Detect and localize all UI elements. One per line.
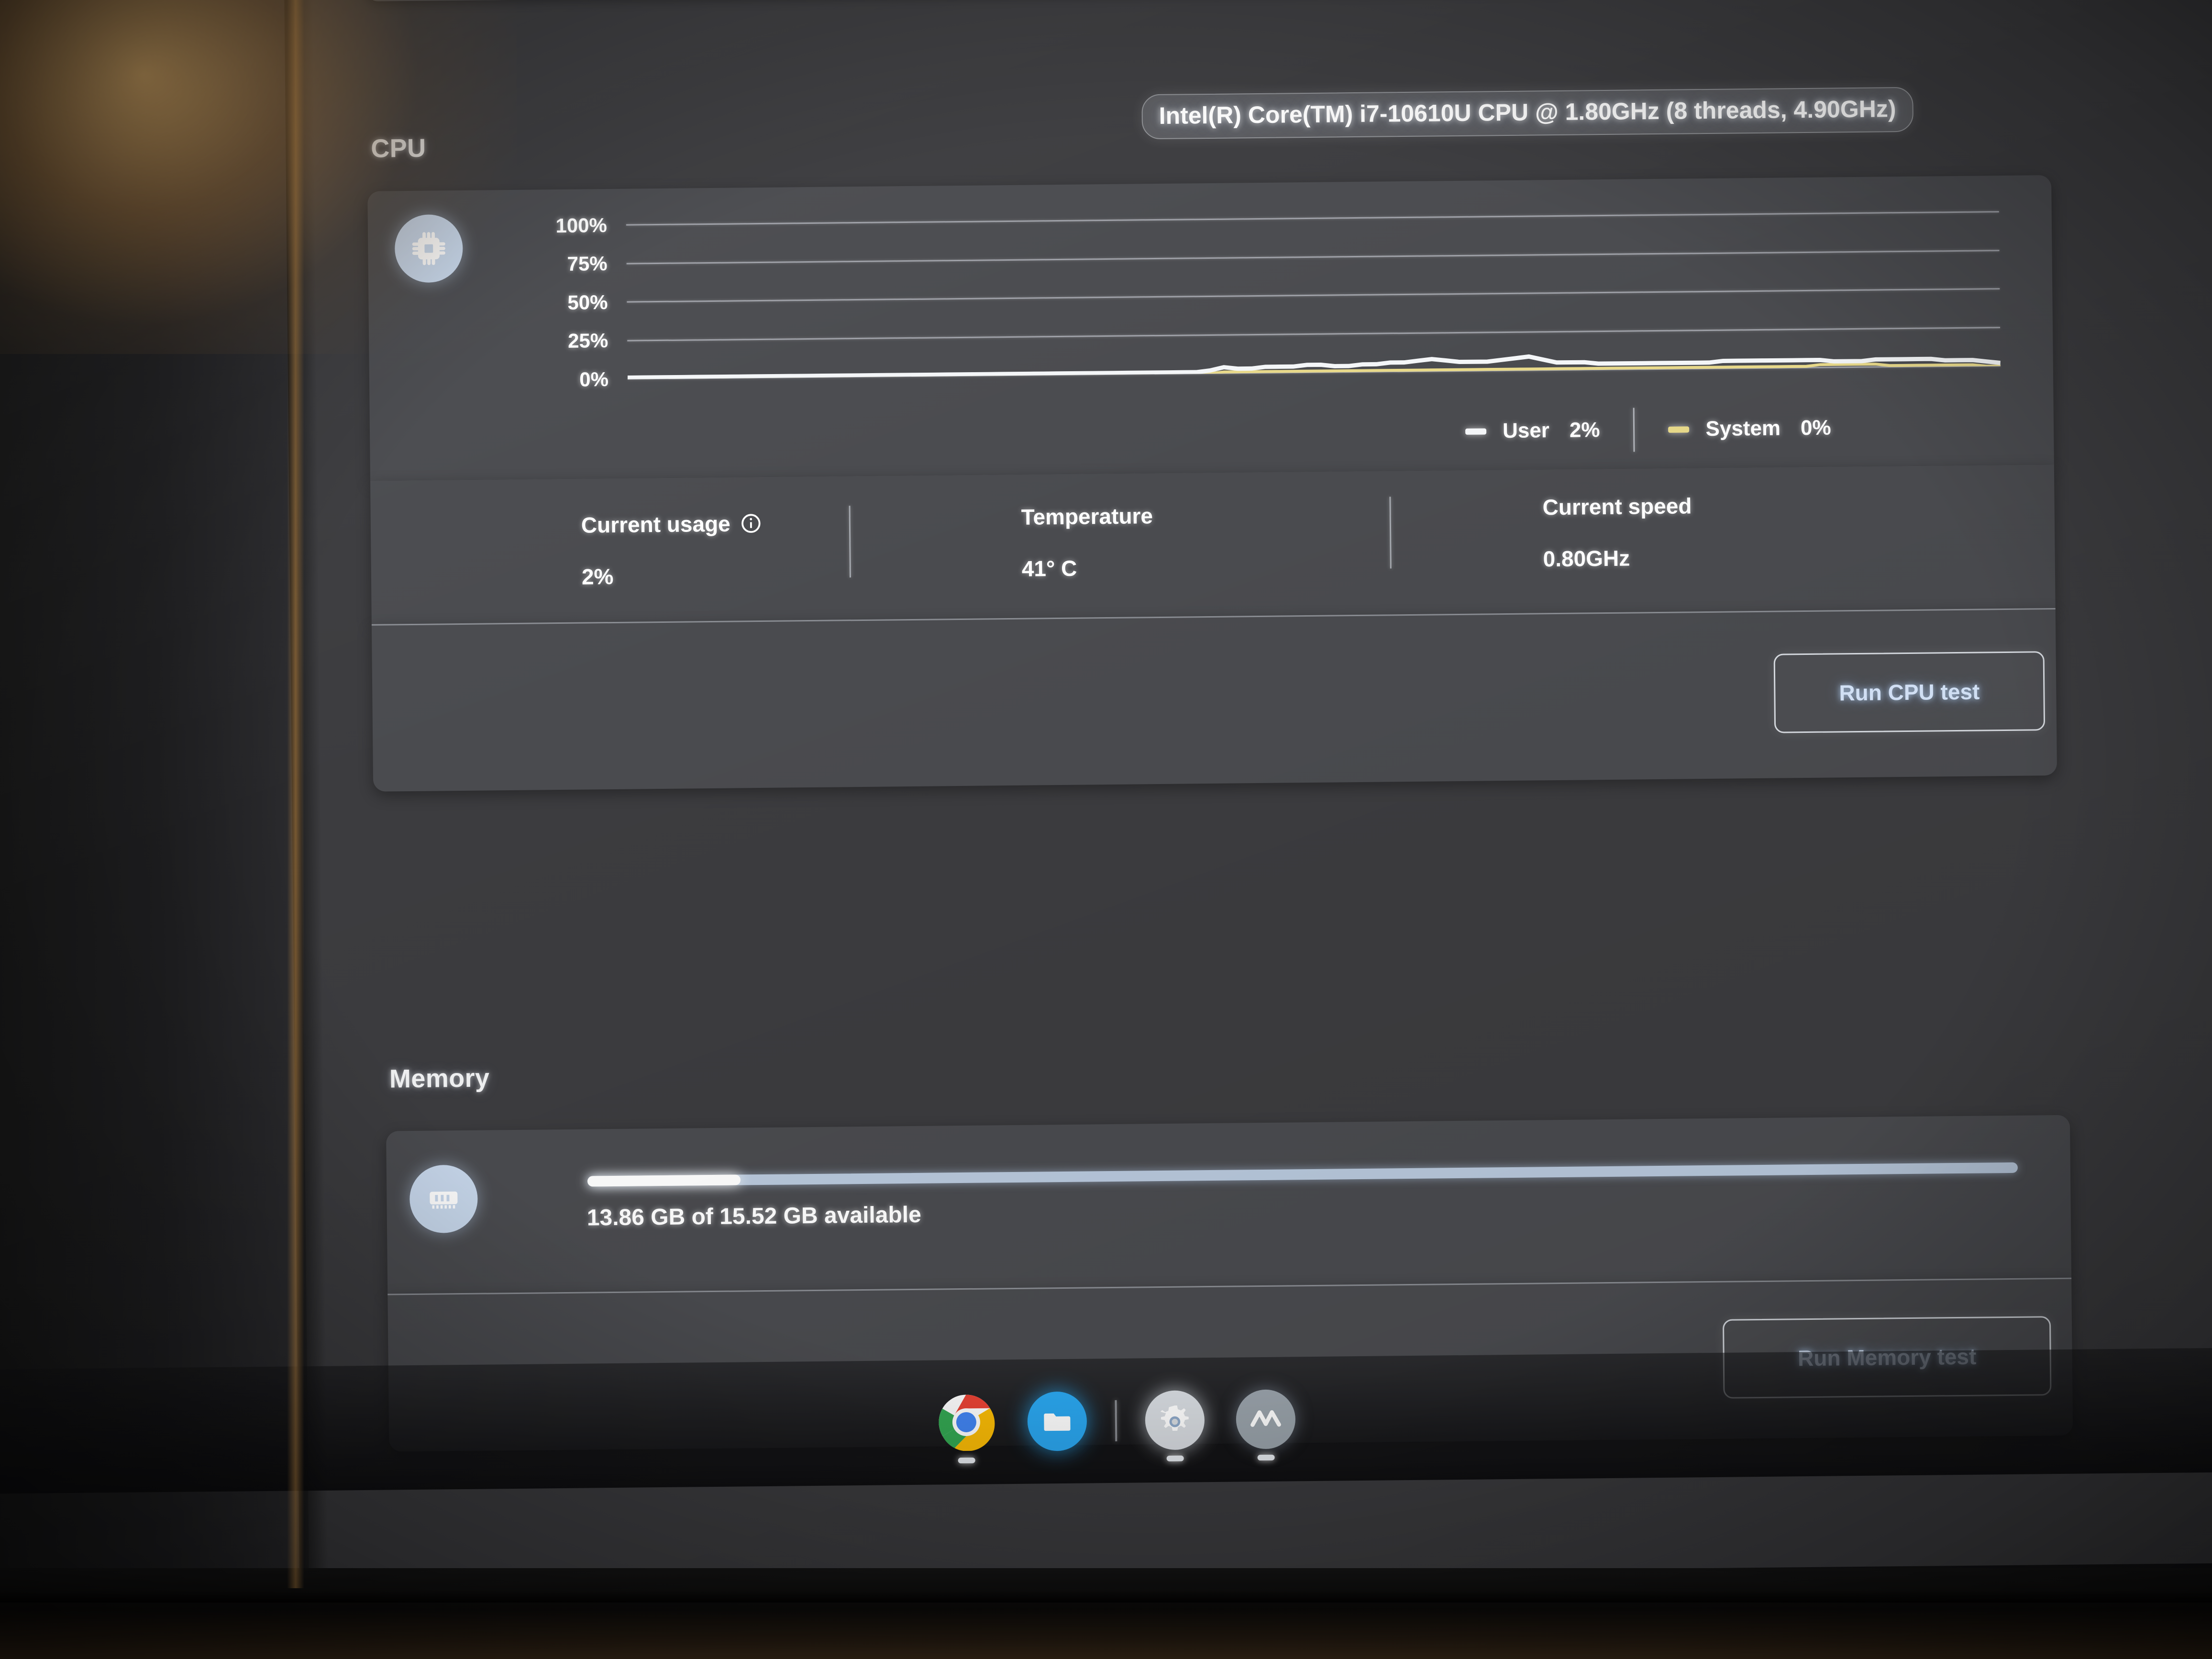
chart-ytick-25: 25% [567,329,608,352]
legend-label-user: User [1502,419,1550,443]
chart-ytick-0: 0% [579,368,609,391]
screen-bezel-left [0,0,310,1585]
memory-progress-track [587,1162,2018,1187]
cpu-usage-chart: 100% 75% 50% 25% 0% [367,175,2053,397]
shelf-item-chrome[interactable] [920,1374,1012,1471]
cpu-section-heading: CPU [371,133,426,163]
shelf-item-diagnostics[interactable] [1220,1371,1312,1468]
stat-value-current-speed: 0.80GHz [1543,545,1630,572]
stat-value-current-usage: 2% [581,564,614,589]
stat-label-current-usage: Current usage [581,510,762,538]
shelf-active-indicator-diagnostics [1257,1454,1275,1461]
shelf-active-indicator-chrome [958,1457,975,1464]
stat-label-current-usage-text: Current usage [581,511,730,538]
cpu-action-row: Run CPU test [371,608,2057,792]
legend-item-user: User 2% [1465,418,1600,443]
stat-label-temperature: Temperature [1021,503,1153,530]
legend-label-system: System [1705,416,1781,441]
chrome-icon [936,1392,996,1452]
legend-value-user: 2% [1569,418,1600,442]
run-cpu-test-button[interactable]: Run CPU test [1773,651,2046,733]
cpu-chart-legend: User 2% System 0% [1465,406,1831,453]
legend-item-system: System 0% [1668,416,1831,441]
stat-divider-2 [1389,497,1392,569]
chart-ytick-100: 100% [555,214,608,237]
desk-edge-shadow [0,1590,2212,1603]
stat-value-temperature: 41° C [1021,555,1077,581]
stat-label-current-speed: Current speed [1542,493,1692,520]
legend-value-system: 0% [1800,416,1831,440]
cpu-usage-plot [627,354,2001,379]
desk-surface [0,1568,2212,1659]
gear-icon [1145,1390,1205,1450]
ram-module-icon [409,1164,478,1234]
shelf-item-files[interactable] [1011,1373,1103,1470]
shelf [0,1348,2212,1494]
cpu-stats-row: Current usage 2% Temperature 41° C Curre… [370,465,2056,624]
previous-section-card-cutoff [365,0,1571,1]
files-folder-icon [1027,1391,1087,1451]
diagnostics-app-content: CPU Intel(R) Core(TM) i7-10610U CPU @ 1.… [308,0,2203,1543]
shelf-divider [1115,1400,1117,1441]
cpu-model-badge: Intel(R) Core(TM) i7-10610U CPU @ 1.80GH… [1141,87,1913,140]
cpu-chart-card: 100% 75% 50% 25% 0% User 2% System 0% [367,175,2054,481]
legend-swatch-user [1465,428,1487,435]
memory-usage-card: 13.86 GB of 15.52 GB available [386,1115,2072,1294]
legend-swatch-system [1668,426,1690,433]
shelf-active-indicator-settings [1166,1455,1184,1461]
stat-label-current-speed-text: Current speed [1542,493,1692,520]
memory-section-heading: Memory [389,1063,490,1094]
memory-availability-text: 13.86 GB of 15.52 GB available [586,1202,922,1231]
chart-ytick-75: 75% [567,252,608,275]
diagnostics-waveform-icon [1236,1389,1296,1449]
legend-divider [1633,408,1635,452]
shelf-item-settings[interactable] [1129,1372,1221,1469]
chart-ytick-50: 50% [567,291,608,314]
memory-progress-fill [587,1174,741,1187]
stat-divider-1 [849,506,851,578]
stat-label-temperature-text: Temperature [1021,503,1153,530]
info-icon[interactable] [740,512,762,534]
